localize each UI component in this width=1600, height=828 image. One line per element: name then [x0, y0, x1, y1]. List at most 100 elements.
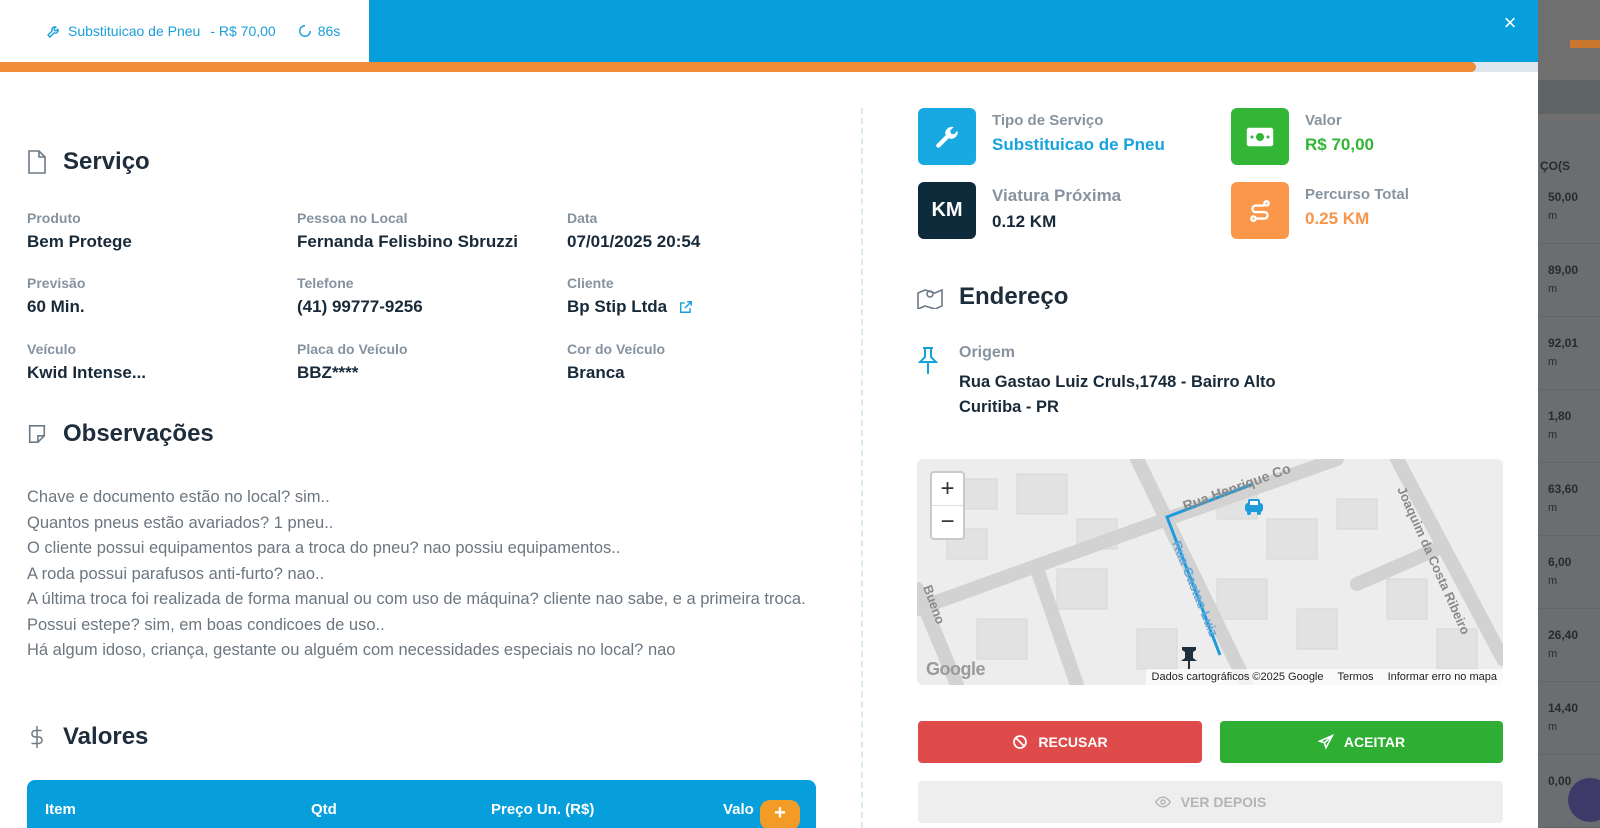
cliente-name: Bp Stip Ltda [567, 297, 668, 316]
map-canvas[interactable]: Rua Henrique Co Joaquim da Costa Ribeiro… [917, 459, 1503, 685]
map-terms-link[interactable]: Termos [1338, 671, 1374, 683]
field-produto: Produto Bem Protege [27, 210, 132, 252]
background-row-unit: m [1548, 721, 1558, 733]
background-row: 1,80 m [1538, 393, 1600, 463]
header-service-name: Substituicao de Pneu [68, 23, 201, 39]
note-icon [28, 425, 46, 443]
pushpin-icon [917, 347, 939, 374]
field-label: Previsão [27, 275, 86, 291]
observacoes-text: Chave e documento estão no local? sim.. … [27, 485, 807, 664]
background-row-value: 0,00 [1548, 774, 1572, 788]
add-item-button[interactable]: + [760, 800, 800, 828]
field-label: Data [567, 210, 598, 226]
field-value: 07/01/2025 20:54 [567, 232, 701, 251]
stat-value: 0.25 KM [1305, 209, 1370, 228]
field-value: Branca [567, 363, 625, 382]
servico-heading: Serviço [27, 148, 150, 176]
map-icon [917, 288, 943, 309]
endereco-title: Endereço [959, 283, 1069, 310]
obs-line: O cliente possui equipamentos para a tro… [27, 539, 621, 557]
origin-address: Origem Rua Gastao Luiz Cruls,1748 - Bair… [917, 344, 1276, 420]
obs-line: A última troca foi realizada de forma ma… [27, 590, 806, 608]
km-icon: KM [918, 182, 976, 239]
obs-line: Quantos pneus estão avariados? 1 pneu.. [27, 513, 334, 532]
stat-label: Valor [1305, 112, 1342, 129]
map-report-link[interactable]: Informar erro no mapa [1388, 671, 1497, 683]
field-label: Produto [27, 210, 81, 226]
modal-header: Substituicao de Pneu - R$ 70,00 86s × [0, 0, 1538, 62]
close-button[interactable]: × [1498, 11, 1522, 35]
wrench-icon [47, 26, 59, 38]
stat-label: Percurso Total [1305, 186, 1409, 203]
countdown-progress-fill [0, 62, 1477, 72]
background-row: 89,00 m [1538, 247, 1600, 317]
field-value: Kwid Intense... [27, 363, 147, 382]
header-price: - R$ 70,00 [210, 23, 276, 39]
reject-button[interactable]: RECUSAR [918, 721, 1202, 763]
field-value: Fernanda Felisbino Sbruzzi [297, 232, 519, 251]
background-row-unit: m [1548, 429, 1558, 441]
google-logo: Google [926, 659, 986, 679]
column-header-qtd: Qtd [311, 801, 337, 818]
header-timer: 86s [317, 23, 341, 39]
stat-value: R$ 70,00 [1305, 135, 1374, 154]
background-page: ÇO(S 50,00 m 89,00 m 92,01 m 1,80 m 63,60 m 6,00 m 2… [1538, 0, 1600, 828]
field-value: (41) 99777-9256 [297, 297, 423, 316]
field-pessoa: Pessoa no Local Fernanda Felisbino Sbruz… [297, 210, 518, 252]
header-service-tab: Substituicao de Pneu - R$ 70,00 86s [0, 0, 369, 62]
money-icon [1231, 108, 1289, 165]
column-header-valor: Valo [723, 801, 754, 818]
origin-label: Origem [959, 344, 1016, 361]
view-later-label: VER DEPOIS [1180, 794, 1267, 810]
background-row-unit: m [1548, 648, 1558, 660]
field-previsao: Previsão 60 Min. [27, 275, 85, 317]
field-label: Cor do Veículo [567, 341, 666, 357]
background-row-unit: m [1548, 356, 1558, 368]
background-row-unit: m [1548, 283, 1558, 295]
paper-plane-icon [1317, 734, 1334, 750]
column-header-item: Item [45, 801, 76, 818]
background-row: 6,00 m [1538, 539, 1600, 609]
field-value: Bp Stip Ltda [567, 297, 693, 317]
field-cliente: Cliente Bp Stip Ltda [567, 275, 693, 317]
zoom-in-button[interactable]: + [932, 473, 963, 505]
field-placa: Placa do Veículo BBZ**** [297, 341, 408, 383]
obs-line: A roda possui parafusos anti-furto? nao.… [27, 564, 325, 583]
background-row: 14,40 m [1538, 685, 1600, 755]
stat-label: Viatura Próxima [992, 186, 1122, 205]
countdown-progress [0, 62, 1538, 72]
field-telefone: Telefone (41) 99777-9256 [297, 275, 423, 317]
background-row-value: 14,40 [1548, 701, 1579, 715]
accept-button[interactable]: ACEITAR [1220, 721, 1503, 763]
background-accent [1570, 40, 1600, 48]
valores-heading: Valores [27, 723, 148, 751]
field-value: Bem Protege [27, 232, 132, 251]
field-data: Data 07/01/2025 20:54 [567, 210, 700, 252]
stat-value: Substituicao de Pneu [992, 135, 1165, 154]
view-later-button[interactable]: VER DEPOIS [918, 781, 1503, 823]
accept-label: ACEITAR [1343, 734, 1406, 750]
background-row: 26,40 m [1538, 612, 1600, 682]
endereco-heading: Endereço [917, 283, 1068, 311]
background-row-value: 1,80 [1548, 409, 1572, 423]
external-link-icon[interactable] [679, 300, 693, 314]
wrench-icon [918, 108, 976, 165]
background-column-head: ÇO(S [1540, 159, 1570, 173]
zoom-out-button[interactable]: − [932, 505, 963, 537]
obs-line: Chave e documento estão no local? sim.. [27, 488, 330, 506]
eye-icon [1154, 796, 1171, 808]
map-attribution-bar: Dados cartográficos ©2025 Google Termos … [1145, 669, 1503, 685]
route-map[interactable]: Rua Henrique Co Joaquim da Costa Ribeiro… [917, 459, 1503, 685]
observacoes-title: Observações [63, 420, 214, 447]
background-row-value: 92,01 [1548, 336, 1579, 350]
field-label: Pessoa no Local [297, 210, 408, 226]
column-header-preco: Preço Un. (R$) [491, 801, 595, 818]
stat-valor: Valor R$ 70,00 [1231, 108, 1374, 165]
map-zoom-control: + − [930, 471, 965, 540]
background-row-value: 6,00 [1548, 555, 1572, 569]
field-value: 60 Min. [27, 297, 85, 316]
service-offer-modal: Substituicao de Pneu - R$ 70,00 86s × Se… [0, 0, 1538, 828]
background-row-unit: m [1548, 210, 1558, 222]
origin-line-1: Rua Gastao Luiz Cruls,1748 - Bairro Alto [959, 373, 1276, 391]
background-row-unit: m [1548, 575, 1558, 587]
